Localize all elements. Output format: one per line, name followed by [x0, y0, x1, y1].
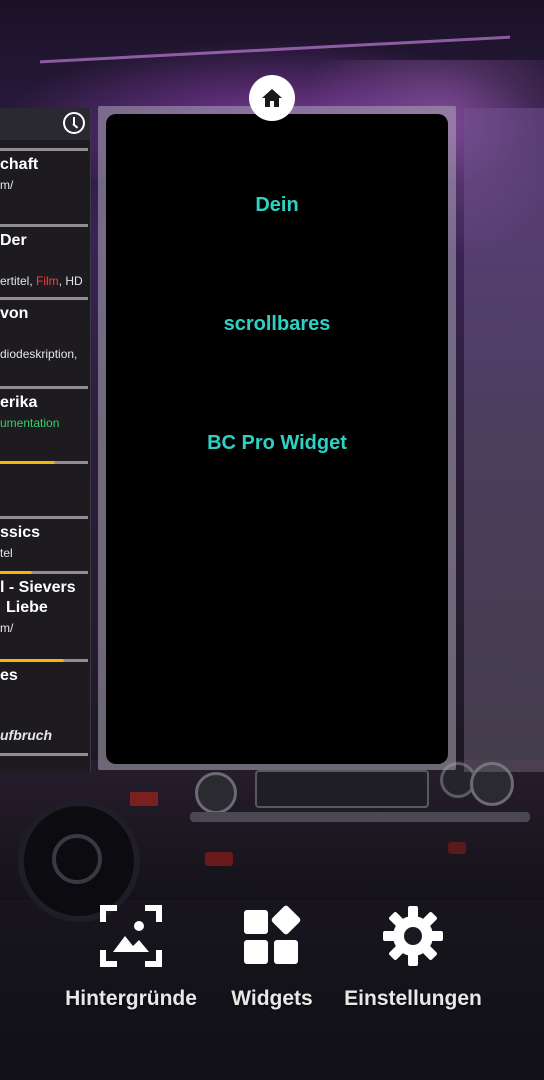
list-item: ssics tel [0, 516, 90, 572]
wallpapers-button[interactable]: Hintergründe [56, 904, 206, 1011]
widget-line-2: scrollbares [223, 313, 331, 335]
home-icon [262, 89, 282, 107]
list-item [0, 461, 90, 517]
entry-title: ssics [0, 524, 41, 541]
list-item [0, 753, 90, 772]
entry-title: von [0, 305, 29, 322]
entry-title-line2: Liebe [6, 599, 48, 616]
progress-bar [0, 571, 88, 574]
settings-button[interactable]: Einstellungen [336, 904, 490, 1011]
wallpapers-label: Hintergründe [65, 987, 197, 1010]
preview-topbar [0, 108, 90, 140]
list-item: erika umentation [0, 386, 90, 462]
list-item: es ufbruch [0, 659, 90, 755]
entry-sub: diodeskription, [0, 347, 78, 361]
wallpaper-icon [100, 905, 162, 967]
list-item: chaft m/ [0, 148, 90, 228]
entry-title: Der [0, 232, 27, 249]
widget-line-3: BC Pro Widget [207, 432, 347, 454]
entry-sub: ertitel, Film, HD [0, 274, 83, 288]
home-edit-actions: Hintergründe Widgets Einstellungen [0, 880, 544, 1080]
entry-sub: tel [0, 546, 13, 560]
entry-sub: m/ [0, 621, 14, 635]
list-item: l - Sievers Liebe m/ [0, 571, 90, 661]
entry-title: es [0, 667, 18, 684]
settings-label: Einstellungen [344, 987, 482, 1010]
list-item: von diodeskription, [0, 297, 90, 387]
widgets-label: Widgets [231, 987, 313, 1010]
clock-icon [63, 112, 85, 134]
entry-title: chaft [0, 156, 39, 173]
bc-pro-widget[interactable]: Dein scrollbares BC Pro Widget [106, 114, 448, 764]
entry-sub: umentation [0, 416, 60, 430]
entry-sub: ufbruch [0, 727, 53, 743]
left-page-preview[interactable]: chaft m/ Der ertitel, Film, HD von diode… [0, 108, 91, 772]
widget-line-1: Dein [255, 194, 299, 216]
entry-title: l - Sievers [0, 579, 76, 596]
right-page-preview[interactable] [464, 108, 544, 772]
entry-title: erika [0, 394, 38, 411]
list-item: Der ertitel, Film, HD [0, 224, 90, 298]
progress-bar [0, 461, 88, 464]
widgets-icon [244, 905, 301, 964]
widgets-button[interactable]: Widgets [212, 904, 332, 1011]
gear-icon [383, 906, 443, 966]
home-page-button[interactable] [249, 75, 295, 121]
progress-bar [0, 659, 88, 662]
entry-sub: m/ [0, 178, 14, 192]
